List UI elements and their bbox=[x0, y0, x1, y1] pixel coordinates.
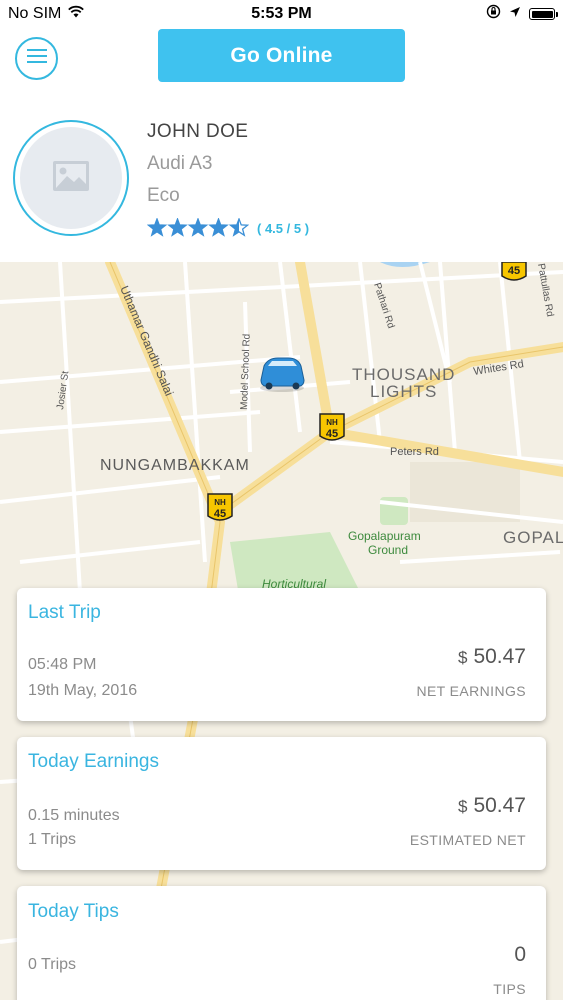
map-label-gopalapuram-2: Ground bbox=[368, 543, 408, 557]
map-label-lights: LIGHTS bbox=[370, 382, 437, 401]
currency-symbol: $ bbox=[457, 648, 468, 667]
nh45-shield-3: 45 bbox=[501, 262, 527, 281]
earnings-amount: $50.47 bbox=[458, 794, 526, 818]
trip-date: 19th May, 2016 bbox=[28, 682, 138, 699]
today-earnings-card[interactable]: Today Earnings 0.15 minutes 1 Trips $50.… bbox=[17, 737, 546, 870]
svg-text:45: 45 bbox=[326, 428, 338, 440]
card-title: Today Earnings bbox=[28, 751, 159, 772]
map-label-gopalapuram-1: Gopalapuram bbox=[348, 529, 421, 543]
map-label-uthamar: Uthamar Gandhi Salai bbox=[117, 284, 176, 398]
svg-text:NH: NH bbox=[326, 418, 338, 427]
earnings-duration: 0.15 minutes bbox=[28, 807, 120, 824]
image-placeholder-icon bbox=[52, 160, 90, 197]
driver-rating: ( 4.5 / 5 ) bbox=[147, 218, 309, 238]
rating-text: ( 4.5 / 5 ) bbox=[257, 220, 310, 236]
nh45-shield-1: NH 45 bbox=[207, 493, 233, 521]
trip-amount: $50.47 bbox=[458, 645, 526, 669]
car-class: Eco bbox=[147, 185, 180, 206]
star-icon bbox=[147, 218, 168, 237]
rating-stars bbox=[147, 218, 249, 237]
estimated-net-label: ESTIMATED NET bbox=[409, 832, 526, 848]
today-tips-card[interactable]: Today Tips 0 Trips 0 TIPS bbox=[17, 886, 546, 1000]
last-trip-card[interactable]: Last Trip 05:48 PM 19th May, 2016 $50.47… bbox=[17, 588, 546, 721]
clock: 5:53 PM bbox=[251, 5, 312, 22]
rotation-lock-icon bbox=[486, 4, 501, 24]
card-title: Today Tips bbox=[28, 901, 119, 922]
tips-trips: 0 Trips bbox=[28, 956, 77, 973]
svg-text:45: 45 bbox=[508, 265, 520, 277]
hamburger-icon bbox=[26, 48, 48, 69]
map-label-nungambakkam: NUNGAMBAKKAM bbox=[100, 457, 250, 474]
location-arrow-icon bbox=[509, 5, 521, 23]
nh45-shield-2: NH 45 bbox=[319, 413, 345, 441]
tips-label: TIPS bbox=[493, 981, 526, 997]
go-online-button[interactable]: Go Online bbox=[158, 29, 405, 82]
battery-icon bbox=[529, 8, 558, 20]
trip-time: 05:48 PM bbox=[28, 656, 97, 673]
status-bar: No SIM 5:53 PM bbox=[0, 0, 563, 28]
amount-value: 50.47 bbox=[473, 794, 526, 817]
menu-button[interactable] bbox=[15, 37, 58, 80]
svg-text:45: 45 bbox=[214, 508, 226, 520]
amount-value: 50.47 bbox=[473, 645, 526, 668]
svg-text:NH: NH bbox=[214, 498, 226, 507]
star-icon bbox=[228, 218, 249, 237]
star-icon bbox=[208, 218, 229, 237]
map-label-gopal: GOPAL bbox=[503, 528, 563, 547]
net-earnings-label: NET EARNINGS bbox=[416, 683, 526, 699]
earnings-trips: 1 Trips bbox=[28, 831, 77, 848]
car-model: Audi A3 bbox=[147, 153, 213, 174]
star-icon bbox=[167, 218, 188, 237]
car-marker-icon bbox=[260, 357, 305, 392]
map-label-model-school: Model School Rd bbox=[239, 334, 253, 410]
map-label-peters: Peters Rd bbox=[390, 446, 439, 458]
currency-symbol: $ bbox=[457, 797, 468, 816]
tips-amount: 0 bbox=[514, 943, 526, 966]
card-title: Last Trip bbox=[28, 602, 101, 623]
star-icon bbox=[187, 218, 209, 237]
map-label-pathari: Pathari Rd bbox=[371, 282, 396, 330]
driver-name: JOHN DOE bbox=[147, 121, 249, 142]
avatar[interactable] bbox=[13, 120, 129, 236]
